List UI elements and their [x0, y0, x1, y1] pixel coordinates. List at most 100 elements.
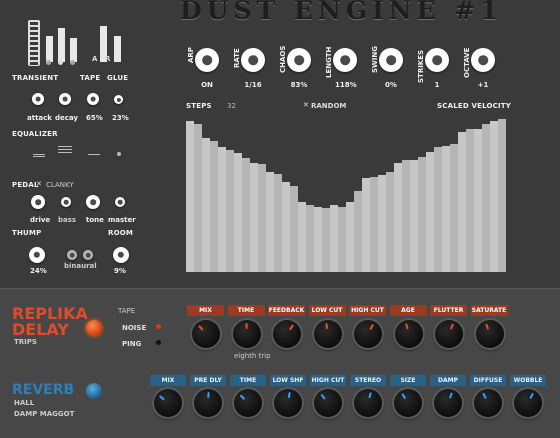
step-bar[interactable]	[394, 162, 402, 272]
step-bar[interactable]	[226, 150, 234, 272]
reverb-mode-1[interactable]: HALL	[14, 399, 34, 407]
binaural-knob-left[interactable]	[67, 250, 77, 260]
tape-knob[interactable]	[87, 93, 99, 105]
control-knob-chaos[interactable]	[287, 48, 311, 72]
transient-dot-2[interactable]	[58, 60, 63, 65]
delay-mix-knob[interactable]	[192, 320, 220, 348]
delay-age-knob[interactable]	[394, 320, 423, 348]
delay-time-knob[interactable]	[232, 320, 261, 348]
control-knob-length[interactable]	[333, 48, 357, 72]
step-bar[interactable]	[418, 156, 426, 272]
step-bar[interactable]	[450, 144, 458, 272]
control-knob-arp[interactable]	[195, 48, 219, 72]
random-close-icon[interactable]: ✕	[303, 101, 309, 109]
step-bar[interactable]	[282, 181, 290, 272]
reverb-power-led[interactable]	[86, 383, 102, 399]
step-bar[interactable]	[290, 186, 298, 272]
step-bar[interactable]	[234, 153, 242, 272]
step-bar[interactable]	[442, 145, 450, 272]
delay-low-cut-knob[interactable]	[313, 320, 342, 348]
reverb-high-cut-knob[interactable]	[314, 389, 342, 417]
step-bar[interactable]	[266, 172, 274, 272]
noise-toggle[interactable]	[156, 324, 161, 329]
step-bar[interactable]	[498, 119, 506, 272]
pedal-type[interactable]: CLANKY	[46, 181, 74, 189]
step-bar[interactable]	[298, 201, 306, 272]
reverb-size-knob[interactable]	[394, 389, 422, 417]
glue-knob[interactable]	[114, 95, 123, 104]
step-bar[interactable]	[362, 178, 370, 272]
reverb-diffuse-knob[interactable]	[474, 389, 502, 417]
step-bar[interactable]	[490, 120, 498, 272]
step-bar[interactable]	[426, 151, 434, 272]
eq-band-2[interactable]	[58, 146, 72, 155]
step-bar[interactable]	[322, 208, 330, 272]
step-bar[interactable]	[274, 173, 282, 272]
random-button[interactable]: RANDOM	[311, 102, 346, 110]
reverb-low-shf-knob[interactable]	[274, 389, 302, 417]
control-knob-rate[interactable]	[241, 48, 265, 72]
steps-value[interactable]: 32	[227, 102, 236, 110]
reverb-pre-dly-knob[interactable]	[194, 389, 222, 417]
scaled-velocity-label[interactable]: SCALED VELOCITY	[437, 102, 511, 110]
binaural-knob-right[interactable]	[83, 250, 93, 260]
master-knob[interactable]	[115, 197, 125, 207]
control-knob-strikes[interactable]	[425, 48, 449, 72]
control-knob-swing[interactable]	[379, 48, 403, 72]
reverb-mix-knob[interactable]	[154, 389, 182, 417]
step-sequencer[interactable]	[186, 116, 506, 272]
tape-mode-a[interactable]: A	[92, 55, 97, 63]
reverb-wobble-knob[interactable]	[514, 389, 542, 417]
reverb-mode-2[interactable]: DAMP MAGGOT	[14, 410, 74, 418]
step-bar[interactable]	[338, 206, 346, 272]
step-bar[interactable]	[378, 175, 386, 272]
step-bar[interactable]	[250, 162, 258, 272]
reverb-time-knob[interactable]	[234, 389, 262, 417]
step-bar[interactable]	[210, 141, 218, 272]
step-bar[interactable]	[194, 123, 202, 272]
room-knob[interactable]	[113, 247, 129, 263]
eq-band-4[interactable]	[117, 152, 121, 156]
pedal-close-icon[interactable]: ✕	[36, 180, 42, 188]
tone-knob[interactable]	[86, 195, 100, 209]
step-bar[interactable]	[258, 164, 266, 272]
replika-tape-label[interactable]: TAPE	[118, 307, 135, 315]
step-bar[interactable]	[186, 120, 194, 272]
transient-dot-3[interactable]	[70, 60, 75, 65]
decay-knob[interactable]	[59, 93, 71, 105]
step-bar[interactable]	[466, 128, 474, 272]
drive-knob[interactable]	[31, 195, 45, 209]
step-bar[interactable]	[386, 172, 394, 272]
reverb-damp-knob[interactable]	[434, 389, 462, 417]
ping-toggle[interactable]	[156, 340, 161, 345]
attack-knob[interactable]	[32, 93, 44, 105]
step-bar[interactable]	[434, 147, 442, 272]
step-bar[interactable]	[458, 131, 466, 272]
step-bar[interactable]	[402, 159, 410, 272]
delay-high-cut-knob[interactable]	[354, 320, 382, 348]
delay-flutter-knob[interactable]	[435, 320, 463, 348]
step-bar[interactable]	[354, 190, 362, 272]
replika-mode[interactable]: TRIPS	[14, 338, 37, 346]
bass-knob[interactable]	[61, 197, 71, 207]
replika-power-led[interactable]	[86, 320, 102, 336]
step-bar[interactable]	[202, 137, 210, 272]
step-bar[interactable]	[306, 204, 314, 272]
delay-saturate-knob[interactable]	[475, 320, 504, 348]
step-bar[interactable]	[410, 159, 418, 272]
step-bar[interactable]	[330, 204, 338, 272]
control-knob-octave[interactable]	[471, 48, 495, 72]
eq-band-1[interactable]	[33, 154, 45, 157]
delay-feedback-knob[interactable]	[273, 320, 301, 348]
step-bar[interactable]	[346, 201, 354, 272]
step-bar[interactable]	[314, 206, 322, 272]
step-bar[interactable]	[482, 123, 490, 272]
step-bar[interactable]	[242, 158, 250, 272]
step-bar[interactable]	[474, 128, 482, 272]
transient-dot-1[interactable]	[46, 60, 51, 65]
thump-knob[interactable]	[29, 247, 45, 263]
tape-mode-r[interactable]: R	[105, 55, 110, 63]
reverb-stereo-knob[interactable]	[354, 389, 382, 417]
step-bar[interactable]	[218, 147, 226, 272]
step-bar[interactable]	[370, 176, 378, 272]
